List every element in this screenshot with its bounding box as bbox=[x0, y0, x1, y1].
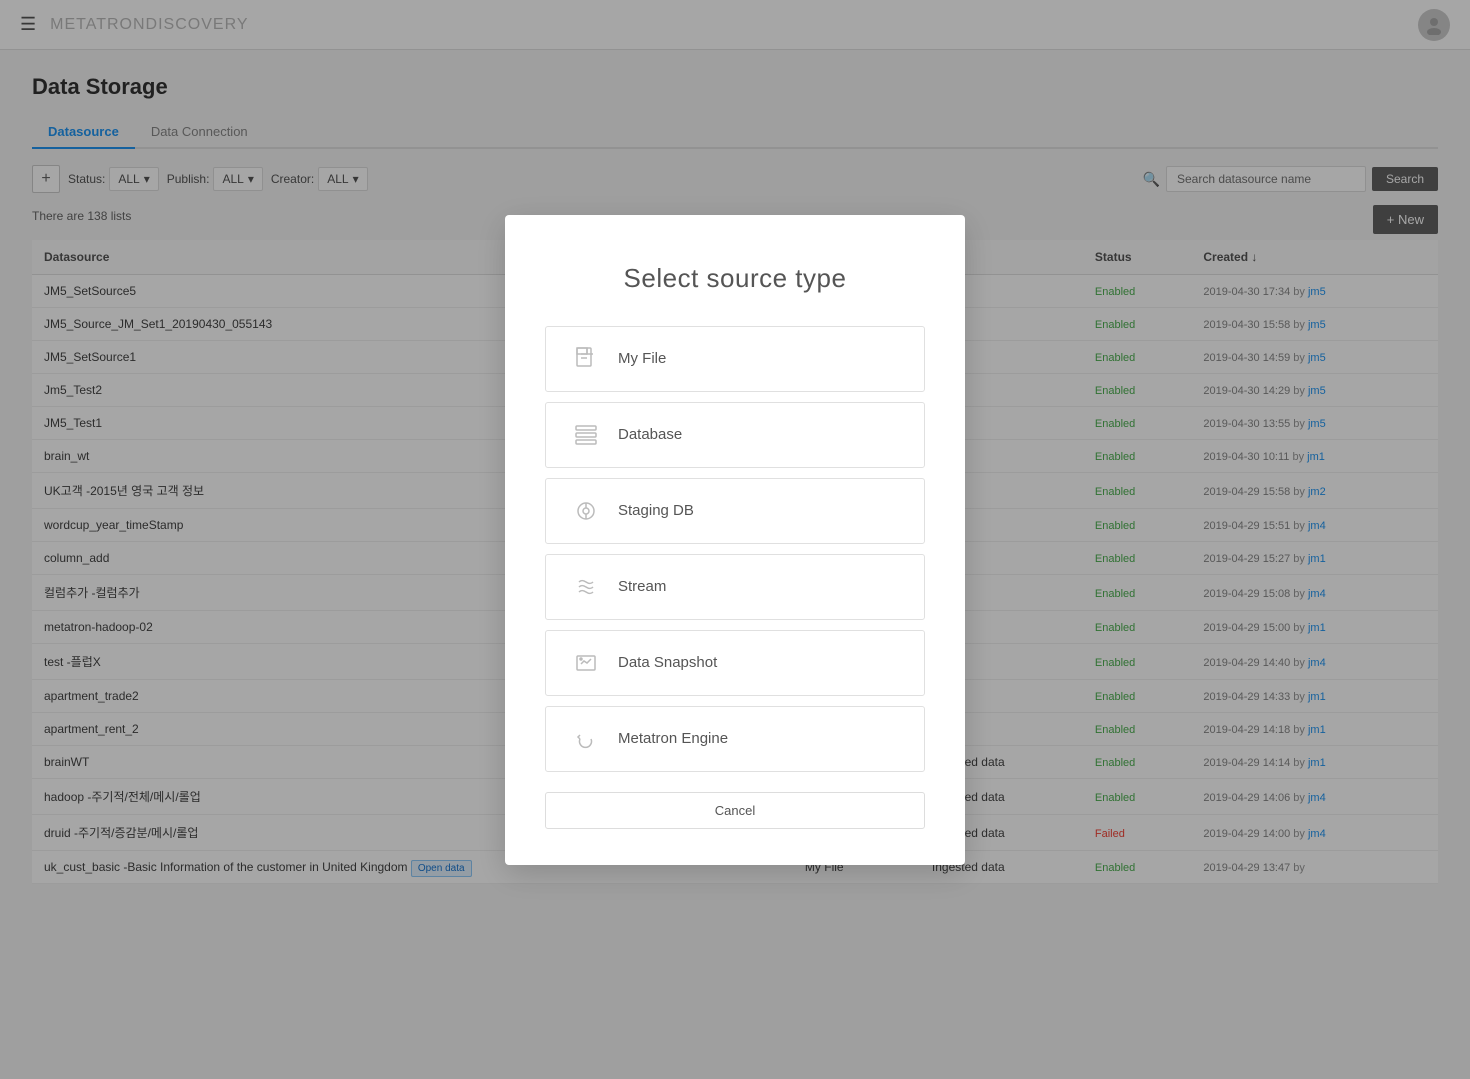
source-option-stream[interactable]: Stream bbox=[545, 554, 925, 620]
source-option-database[interactable]: Database bbox=[545, 402, 925, 468]
modal-title: Select source type bbox=[545, 263, 925, 294]
source-option-staging-db[interactable]: Staging DB bbox=[545, 478, 925, 544]
file-icon bbox=[570, 343, 602, 375]
modal-options: My File Database Staging DB Stream Data … bbox=[545, 326, 925, 772]
modal-dialog: Select source type My File Database Stag… bbox=[505, 215, 965, 865]
source-option-data-snapshot[interactable]: Data Snapshot bbox=[545, 630, 925, 696]
source-option-my-file[interactable]: My File bbox=[545, 326, 925, 392]
snapshot-icon bbox=[570, 647, 602, 679]
source-option-label: Metatron Engine bbox=[618, 730, 728, 747]
source-option-label: Stream bbox=[618, 578, 666, 595]
source-option-label: Staging DB bbox=[618, 502, 694, 519]
cancel-button[interactable]: Cancel bbox=[545, 792, 925, 829]
source-option-label: Database bbox=[618, 426, 682, 443]
engine-icon bbox=[570, 723, 602, 755]
source-option-label: Data Snapshot bbox=[618, 654, 717, 671]
source-option-metatron-engine[interactable]: Metatron Engine bbox=[545, 706, 925, 772]
stream-icon bbox=[570, 571, 602, 603]
database-icon bbox=[570, 419, 602, 451]
source-option-label: My File bbox=[618, 350, 666, 367]
staging-icon bbox=[570, 495, 602, 527]
modal-overlay[interactable]: Select source type My File Database Stag… bbox=[0, 0, 1470, 1079]
